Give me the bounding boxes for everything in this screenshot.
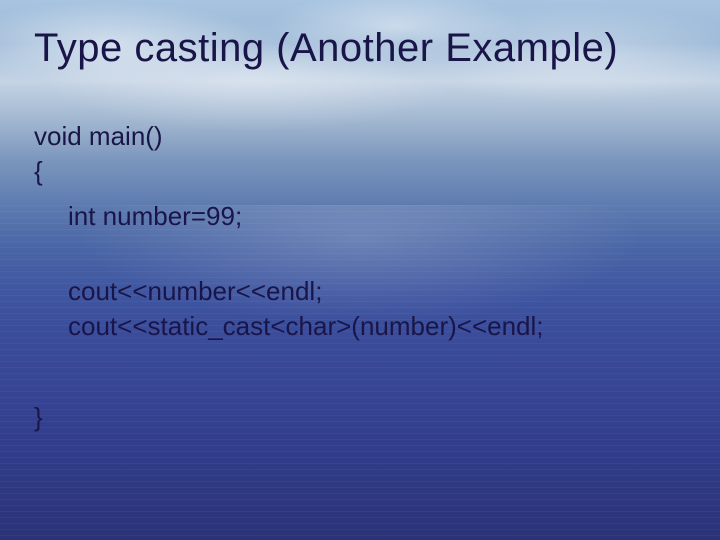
spacer [34, 344, 686, 400]
code-line-cout2: cout<<static_cast<char>(number)<<endl; [34, 309, 686, 344]
code-line-close-brace: } [34, 400, 686, 435]
spacer [34, 189, 686, 199]
code-line-open-brace: { [34, 154, 686, 189]
code-line-main: void main() [34, 119, 686, 154]
spacer [34, 234, 686, 274]
slide-content: Type casting (Another Example) void main… [0, 0, 720, 436]
slide-title: Type casting (Another Example) [34, 26, 686, 71]
code-line-cout1: cout<<number<<endl; [34, 274, 686, 309]
code-line-declare: int number=99; [34, 199, 686, 234]
slide: Type casting (Another Example) void main… [0, 0, 720, 540]
